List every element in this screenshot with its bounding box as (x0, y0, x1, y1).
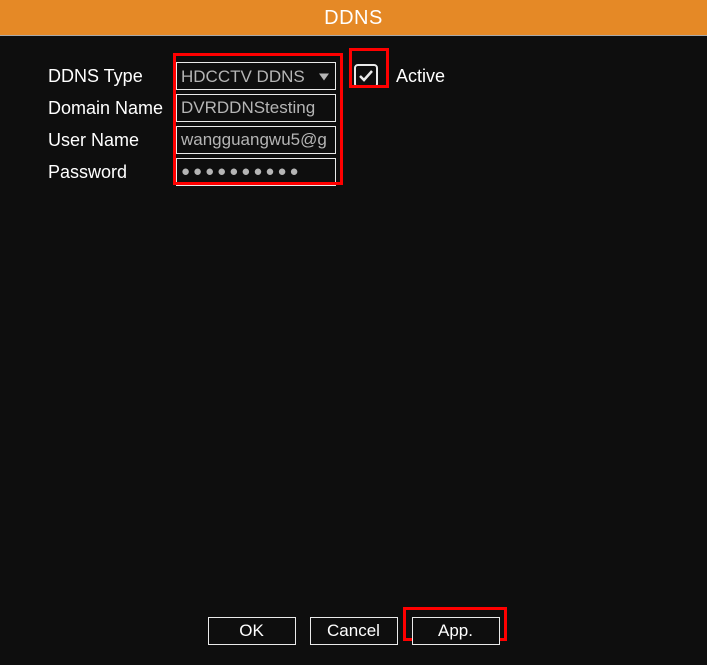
window-title: DDNS (0, 0, 707, 36)
label-active: Active (396, 66, 445, 87)
cancel-button[interactable]: Cancel (310, 617, 398, 645)
active-checkbox[interactable] (354, 64, 378, 88)
ddns-type-select[interactable]: HDCCTV DDNS (176, 62, 336, 90)
password-input[interactable]: ●●●●●●●●●● (176, 158, 336, 186)
check-icon (357, 67, 375, 85)
ok-button[interactable]: OK (208, 617, 296, 645)
label-password: Password (48, 156, 176, 188)
label-domain-name: Domain Name (48, 92, 176, 124)
password-mask: ●●●●●●●●●● (177, 160, 302, 184)
domain-name-input[interactable] (176, 94, 336, 122)
button-bar: OK Cancel App. (0, 617, 707, 645)
ddns-form: DDNS Type HDCCTV DDNS Active Domain Name… (0, 36, 707, 188)
app-button[interactable]: App. (412, 617, 500, 645)
user-name-input[interactable] (176, 126, 336, 154)
label-user-name: User Name (48, 124, 176, 156)
label-ddns-type: DDNS Type (48, 60, 176, 92)
